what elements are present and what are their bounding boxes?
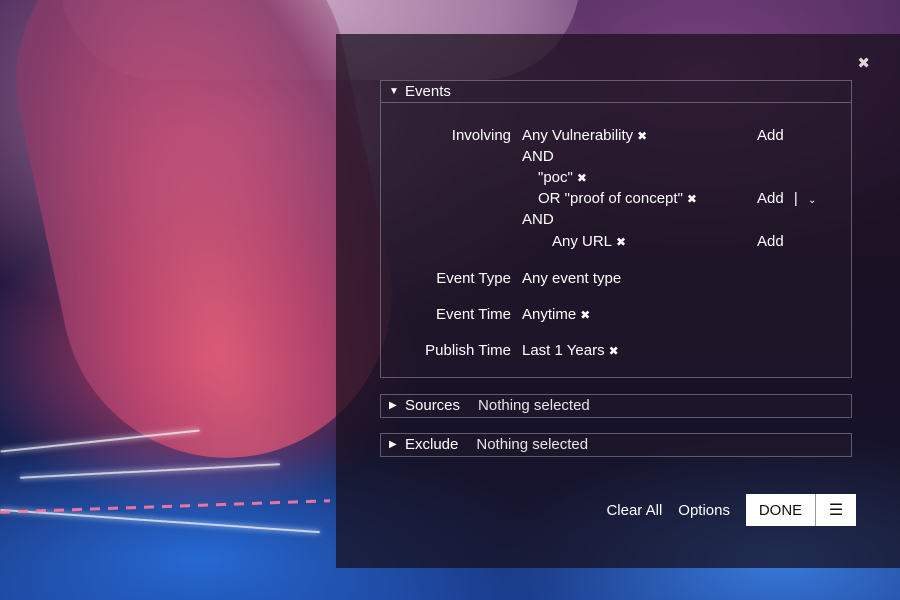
- event-type-value[interactable]: Any event type: [522, 270, 621, 287]
- term-poc-value: "poc": [538, 169, 573, 186]
- publish-time: Last 1 Years ✖: [522, 342, 619, 359]
- exclude-section: ▶ Exclude Nothing selected: [380, 433, 852, 457]
- term-proof-of-concept: OR "proof of concept" ✖: [538, 190, 697, 207]
- sources-summary: Nothing selected: [478, 397, 590, 414]
- any-vulnerability-value: Any Vulnerability: [522, 127, 634, 144]
- remove-vulnerability-icon[interactable]: ✖: [637, 129, 647, 143]
- remove-event-time-icon[interactable]: ✖: [580, 308, 590, 322]
- term-proof-of-concept-value: OR "proof of concept": [538, 190, 683, 207]
- done-button-group: DONE ☰: [746, 494, 856, 526]
- remove-poc-icon[interactable]: ✖: [577, 171, 587, 185]
- background-dash-line: [0, 499, 330, 514]
- background-glow-line: [0, 508, 320, 534]
- add-term-link[interactable]: Add: [757, 190, 784, 207]
- add-separator: |: [793, 190, 798, 207]
- add-term-group: Add | ⌄: [757, 190, 816, 207]
- event-type-label: Event Type: [436, 270, 511, 287]
- caret-right-icon: ▶: [389, 439, 397, 450]
- clear-all-button[interactable]: Clear All: [606, 502, 662, 519]
- sources-section-header[interactable]: ▶ Sources Nothing selected: [381, 395, 851, 417]
- add-url-link[interactable]: Add: [757, 233, 784, 250]
- term-poc: "poc" ✖: [538, 169, 587, 186]
- events-section: ▼ Events Involving Any Vulnerability ✖ Ad…: [380, 80, 852, 378]
- exclude-summary: Nothing selected: [476, 436, 589, 453]
- search-filter-panel: ✖ ▼ Events Involving Any Vulnerability ✖ …: [336, 34, 900, 568]
- any-url-value: Any URL: [552, 233, 613, 250]
- caret-down-icon: ▼: [389, 85, 399, 97]
- publish-time-value[interactable]: Last 1 Years: [522, 342, 605, 359]
- event-time: Anytime ✖: [522, 306, 590, 323]
- and-operator-1: AND: [522, 148, 554, 165]
- panel-footer: Clear All Options DONE ☰: [606, 494, 856, 526]
- sources-section: ▶ Sources Nothing selected: [380, 394, 852, 418]
- remove-proof-of-concept-icon[interactable]: ✖: [687, 192, 697, 206]
- background-glow-line: [20, 463, 280, 479]
- remove-publish-time-icon[interactable]: ✖: [609, 344, 619, 358]
- involving-label: Involving: [451, 127, 511, 144]
- event-time-label: Event Time: [435, 306, 511, 323]
- event-time-value[interactable]: Anytime: [522, 306, 576, 323]
- caret-right-icon: ▶: [389, 400, 397, 411]
- options-button[interactable]: Options: [678, 502, 730, 519]
- close-icon[interactable]: ✖: [857, 56, 870, 71]
- exclude-section-header[interactable]: ▶ Exclude Nothing selected: [381, 434, 851, 456]
- list-icon[interactable]: ☰: [816, 494, 856, 526]
- chevron-down-icon[interactable]: ⌄: [808, 195, 816, 206]
- exclude-title: Exclude: [405, 436, 459, 453]
- events-title: Events: [405, 82, 451, 100]
- events-section-header[interactable]: ▼ Events: [381, 81, 851, 103]
- remove-url-icon[interactable]: ✖: [616, 235, 626, 249]
- and-operator-2: AND: [522, 211, 554, 228]
- publish-time-label: Publish Time: [425, 342, 511, 359]
- done-button[interactable]: DONE: [746, 494, 816, 526]
- sources-title: Sources: [405, 397, 461, 414]
- any-url: Any URL ✖: [552, 233, 626, 250]
- add-involving-link[interactable]: Add: [757, 127, 784, 144]
- involving-any-vulnerability: Any Vulnerability ✖: [522, 127, 647, 144]
